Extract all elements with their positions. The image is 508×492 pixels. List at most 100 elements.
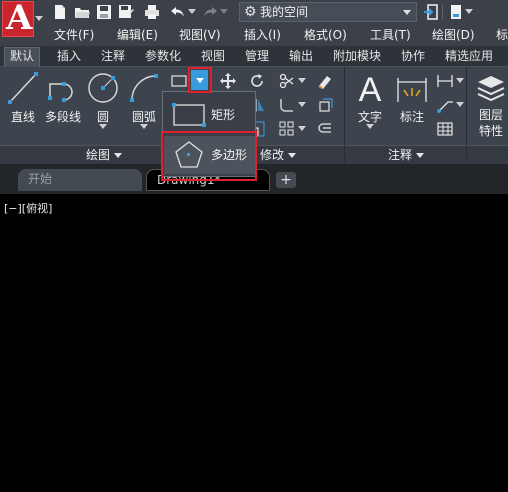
save-icon[interactable] — [96, 4, 112, 20]
linear-dimension-icon[interactable] — [436, 72, 454, 90]
tab-view[interactable]: 视图 — [196, 48, 230, 65]
menu-dimension[interactable]: 标 — [496, 27, 508, 43]
chevron-down-icon[interactable] — [298, 102, 306, 108]
text-tool[interactable]: A 文字 — [352, 70, 388, 129]
print-icon[interactable] — [144, 4, 160, 20]
new-tab-button[interactable]: + — [276, 172, 296, 188]
line-tool-label: 直线 — [10, 110, 35, 124]
line-tool[interactable]: 直线 — [6, 70, 40, 125]
layer-properties-label-2: 特性 — [478, 124, 503, 138]
chevron-down-icon[interactable] — [220, 9, 228, 15]
annotation-panel-title[interactable]: 注释 — [388, 148, 425, 162]
drawing-canvas[interactable] — [0, 194, 508, 492]
panel-divider — [466, 67, 467, 164]
chevron-down-icon — [288, 153, 297, 158]
tab-output[interactable]: 输出 — [284, 48, 318, 65]
rectangle-icon — [172, 103, 206, 127]
panel-divider — [344, 67, 345, 164]
chevron-down-icon — [366, 124, 374, 129]
chevron-down-icon[interactable] — [465, 9, 473, 15]
workspace-selector[interactable]: ⚙ 我的空间 — [239, 2, 417, 22]
dimension-tool-label: 标注 — [399, 110, 424, 124]
arc-tool-label: 圆弧 — [131, 110, 156, 124]
annotation-panel-title-text: 注释 — [388, 148, 413, 162]
modify-panel-title[interactable]: 修改 — [260, 148, 297, 162]
rotate-icon[interactable] — [248, 72, 266, 90]
layer-properties-tool[interactable]: 图层 特性 — [474, 70, 508, 139]
new-icon[interactable] — [52, 4, 68, 20]
tab-addins[interactable]: 附加模块 — [328, 48, 386, 65]
chevron-down-icon[interactable] — [298, 78, 306, 84]
workspace-label: 我的空间 — [260, 5, 309, 19]
draw-panel-title[interactable]: 绘图 — [86, 148, 123, 162]
chevron-down-icon[interactable] — [188, 9, 196, 15]
tab-manage[interactable]: 管理 — [240, 48, 274, 65]
tab-insert[interactable]: 插入 — [52, 48, 86, 65]
chevron-down-icon[interactable] — [456, 78, 464, 84]
explode-icon[interactable] — [316, 96, 334, 114]
chevron-down-icon — [114, 153, 123, 158]
rectangle-menu-item[interactable]: 矩形 — [164, 96, 256, 134]
text-icon: A — [359, 71, 382, 109]
menu-view[interactable]: 视图(V) — [179, 27, 221, 43]
leader-icon[interactable] — [436, 96, 454, 114]
text-tool-label: 文字 — [357, 110, 382, 124]
layer-properties-label-1: 图层 — [478, 108, 503, 122]
chevron-down-icon[interactable] — [298, 126, 306, 132]
application-menu-button[interactable]: A — [0, 0, 44, 46]
tab-home[interactable]: 默认 — [4, 47, 41, 67]
draw-panel-title-text: 绘图 — [86, 148, 111, 162]
move-icon[interactable] — [219, 72, 237, 90]
tab-annotate[interactable]: 注释 — [96, 48, 130, 65]
erase-icon[interactable] — [316, 72, 334, 90]
polyline-tool-label: 多段线 — [44, 110, 81, 124]
chevron-down-icon[interactable] — [456, 102, 464, 108]
open-icon[interactable] — [74, 4, 90, 20]
chevron-down-icon — [140, 124, 148, 129]
gear-icon: ⚙ — [244, 4, 257, 20]
layers-icon — [477, 76, 505, 102]
redo-icon[interactable] — [202, 4, 218, 20]
chevron-down-icon — [35, 16, 43, 21]
fillet-icon[interactable] — [278, 96, 296, 114]
chevron-down-icon — [99, 124, 107, 129]
autocad-logo-letter: A — [6, 0, 33, 38]
array-icon[interactable] — [278, 120, 296, 138]
menu-edit[interactable]: 编辑(E) — [117, 27, 158, 43]
save-as-icon[interactable] — [118, 4, 134, 20]
toolbar-separator — [442, 4, 443, 20]
chevron-down-icon — [403, 10, 411, 15]
menu-bar: 文件(F) 编辑(E) 视图(V) 插入(I) 格式(O) 工具(T) 绘图(D… — [44, 24, 508, 46]
arc-icon — [130, 74, 158, 102]
dimension-tool[interactable]: 标注 — [394, 70, 430, 125]
user-icon[interactable] — [448, 4, 464, 20]
circle-icon — [88, 73, 118, 103]
table-icon[interactable] — [436, 120, 454, 138]
share-icon[interactable] — [423, 4, 439, 20]
menu-tools[interactable]: 工具(T) — [370, 27, 411, 43]
menu-format[interactable]: 格式(O) — [304, 27, 347, 43]
undo-icon[interactable] — [170, 4, 186, 20]
trim-icon[interactable] — [278, 72, 296, 90]
svg-text:A: A — [359, 71, 382, 106]
menu-file[interactable]: 文件(F) — [54, 27, 94, 43]
circle-tool[interactable]: 圆 — [86, 70, 120, 129]
modify-panel-title-text: 修改 — [260, 148, 285, 162]
offset-icon[interactable] — [316, 120, 334, 138]
viewport-label[interactable]: [−][俯视] — [4, 202, 52, 215]
chevron-down-icon — [416, 153, 425, 158]
tab-featured-apps[interactable]: 精选应用 — [440, 48, 498, 65]
tab-collaborate[interactable]: 协作 — [396, 48, 430, 65]
polyline-icon — [48, 82, 73, 102]
menu-insert[interactable]: 插入(I) — [244, 27, 281, 43]
highlight-dropdown-arrow — [188, 67, 212, 93]
line-icon — [8, 72, 38, 104]
tab-parametric[interactable]: 参数化 — [140, 48, 186, 65]
polyline-tool[interactable]: 多段线 — [42, 70, 84, 125]
menu-draw[interactable]: 绘图(D) — [432, 27, 475, 43]
rectangle-icon[interactable] — [170, 72, 188, 90]
arc-tool[interactable]: 圆弧 — [126, 70, 162, 129]
highlight-polygon-item — [161, 131, 257, 181]
tab-start[interactable]: 开始 — [18, 169, 142, 191]
rectangle-menu-label: 矩形 — [211, 108, 236, 122]
